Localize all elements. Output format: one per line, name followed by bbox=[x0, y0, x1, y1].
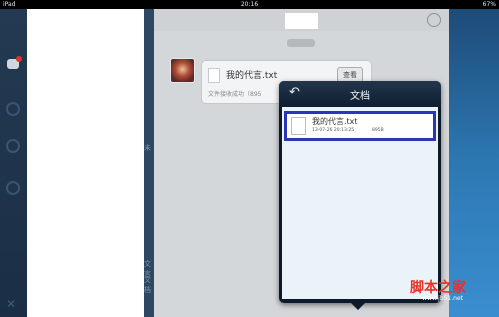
watermark-url: www.jb51.net bbox=[422, 295, 463, 302]
popover-title: 文档 bbox=[350, 91, 370, 102]
battery-level: 67% bbox=[482, 1, 496, 8]
document-list: 我的代言.txt 13-07-26 20:13:25 895B bbox=[282, 107, 438, 299]
background-sky bbox=[449, 9, 499, 317]
chat-header bbox=[154, 9, 449, 31]
chat-title-redacted bbox=[285, 13, 318, 29]
profile-icon[interactable] bbox=[427, 13, 441, 27]
document-item[interactable]: 我的代言.txt 13-07-26 20:13:25 895B bbox=[284, 111, 436, 141]
documents-popover: ↶ 文档 我的代言.txt 13-07-26 20:13:25 895B bbox=[279, 81, 441, 310]
contacts-icon[interactable] bbox=[6, 102, 20, 116]
file-name: 我的代言.txt bbox=[226, 71, 278, 81]
status-bar: iPad 20:16 67% bbox=[0, 0, 499, 9]
clock: 20:16 bbox=[240, 1, 259, 8]
document-date: 13-07-26 20:13:25 bbox=[312, 128, 355, 133]
watermark-logo: 脚本之家 bbox=[410, 280, 466, 296]
groups-icon[interactable] bbox=[6, 139, 20, 153]
discover-icon[interactable] bbox=[6, 181, 20, 195]
timestamp-pill bbox=[287, 39, 315, 47]
document-icon bbox=[291, 117, 306, 135]
popover-header: ↶ 文档 bbox=[279, 81, 441, 107]
popover-arrow bbox=[351, 303, 365, 310]
file-icon bbox=[208, 68, 220, 83]
list-snippet: 文档 bbox=[144, 276, 151, 294]
sender-avatar[interactable] bbox=[170, 58, 195, 83]
settings-icon[interactable]: ✕ bbox=[6, 297, 16, 311]
session-list: 未 文言 文档 bbox=[27, 9, 154, 317]
document-size: 895B bbox=[372, 128, 384, 133]
chat-icon[interactable] bbox=[7, 56, 22, 69]
nav-rail: ✕ bbox=[0, 9, 27, 317]
document-name: 我的代言.txt bbox=[312, 117, 358, 126]
redacted-list-area bbox=[27, 9, 144, 317]
list-snippet: 未 bbox=[144, 144, 151, 152]
file-status: 文件接收成功（895 bbox=[208, 91, 262, 98]
